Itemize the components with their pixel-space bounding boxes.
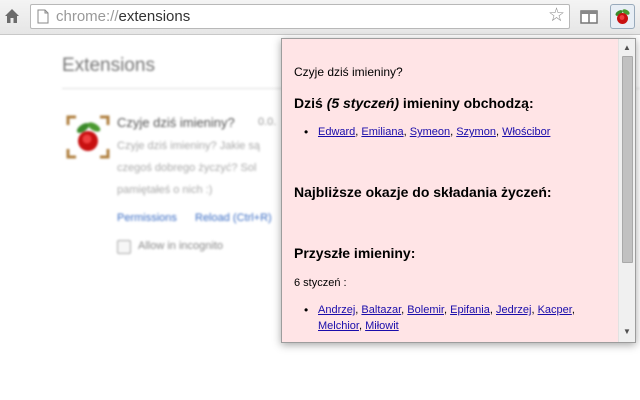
- name-link[interactable]: Edward: [318, 126, 355, 138]
- popup-content: Czyje dziś imieniny? Dziś (5 styczeń) im…: [282, 39, 619, 342]
- bookmark-star-icon[interactable]: ☆: [548, 6, 565, 26]
- extension-version: 0.0.: [258, 116, 277, 128]
- incognito-checkbox[interactable]: [117, 240, 131, 254]
- rose-icon: [615, 9, 630, 24]
- today-heading: Dziś (5 styczeń) imieniny obchodzą:: [294, 95, 534, 111]
- name-link[interactable]: Baltazar: [361, 304, 401, 316]
- permissions-link[interactable]: Permissions: [117, 212, 177, 224]
- name-link[interactable]: Melchior: [318, 320, 359, 332]
- popup-title: Czyje dziś imieniny?: [294, 65, 403, 79]
- today-names-list: Edward, Emiliana, Symeon, Szymon, Włości…: [304, 124, 608, 140]
- occasions-heading: Najbliższe okazje do składania życzeń:: [294, 184, 552, 200]
- extension-action-button[interactable]: [610, 4, 635, 29]
- address-bar[interactable]: chrome://extensions ☆: [30, 4, 570, 29]
- extension-description: Czyje dziś imieniny? Jakie są czegoś dob…: [117, 140, 261, 196]
- name-link[interactable]: Bolemir: [407, 304, 444, 316]
- home-icon[interactable]: [2, 6, 22, 26]
- scroll-down-icon[interactable]: ▼: [619, 325, 635, 339]
- url-text: chrome://extensions: [56, 8, 191, 25]
- list-item: Edward, Emiliana, Symeon, Szymon, Włości…: [304, 124, 608, 140]
- name-link[interactable]: Szymon: [456, 126, 496, 138]
- name-link[interactable]: Epifania: [450, 304, 490, 316]
- page-title: Extensions: [62, 55, 155, 76]
- extension-popup: Czyje dziś imieniny? Dziś (5 styczeń) im…: [281, 38, 636, 343]
- list-item: Andrzej, Baltazar, Bolemir, Epifania, Je…: [304, 302, 608, 334]
- name-link[interactable]: Kacper: [538, 304, 572, 316]
- scrollbar-thumb[interactable]: [622, 56, 633, 263]
- name-link[interactable]: Miłowit: [365, 320, 399, 332]
- browser-toolbar: chrome://extensions ☆: [0, 0, 640, 35]
- name-link[interactable]: Włościbor: [502, 126, 550, 138]
- extension-rose-icon: [66, 115, 110, 159]
- name-link[interactable]: Symeon: [410, 126, 450, 138]
- incognito-label: Allow in incognito: [138, 240, 223, 252]
- extension-name: Czyje dziś imieniny?: [117, 115, 235, 130]
- name-link[interactable]: Andrzej: [318, 304, 355, 316]
- reload-link[interactable]: Reload (Ctrl+R): [195, 212, 272, 224]
- name-link[interactable]: Emiliana: [361, 126, 403, 138]
- upcoming-heading: Przyszłe imieniny:: [294, 245, 416, 261]
- upcoming-names-list: Andrzej, Baltazar, Bolemir, Epifania, Je…: [304, 302, 608, 334]
- name-link[interactable]: Jedrzej: [496, 304, 531, 316]
- popup-scrollbar[interactable]: ▲ ▼: [618, 39, 635, 342]
- tab-layout-icon[interactable]: [578, 6, 600, 28]
- page-icon: [37, 9, 49, 24]
- upcoming-date: 6 styczeń :: [294, 277, 347, 289]
- scroll-up-icon[interactable]: ▲: [619, 41, 635, 55]
